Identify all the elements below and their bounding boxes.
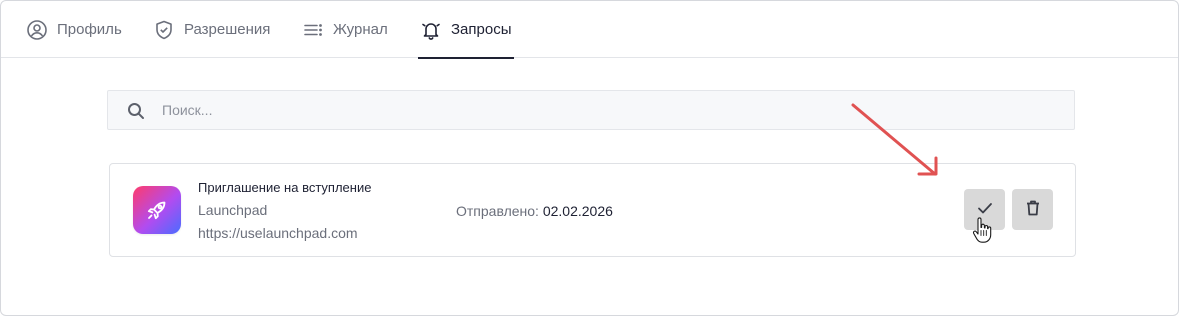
request-title: Приглашение на вступление xyxy=(198,180,372,195)
search-input[interactable] xyxy=(162,91,1062,129)
tab-label: Журнал xyxy=(333,21,388,38)
tab-permissions[interactable]: Разрешения xyxy=(153,1,270,58)
accept-button[interactable] xyxy=(964,189,1005,230)
sent-label: Отправлено: xyxy=(456,203,539,219)
user-circle-icon xyxy=(26,19,48,41)
delete-button[interactable] xyxy=(1012,189,1053,230)
bell-icon xyxy=(420,19,442,41)
sent-info: Отправлено: 02.02.2026 xyxy=(456,203,613,219)
trash-icon xyxy=(1023,198,1043,221)
app-name: Launchpad xyxy=(198,202,268,218)
requests-panel: Профиль Разрешения Журнал Запросы Поиск.… xyxy=(0,0,1179,316)
check-icon xyxy=(975,198,995,221)
tab-profile[interactable]: Профиль xyxy=(26,1,122,58)
list-icon xyxy=(302,19,324,41)
shield-check-icon xyxy=(153,19,175,41)
app-url: https://uselaunchpad.com xyxy=(198,225,358,241)
tab-journal[interactable]: Журнал xyxy=(302,1,388,58)
rocket-icon xyxy=(133,186,181,234)
tab-label: Профиль xyxy=(57,21,122,38)
tab-label: Разрешения xyxy=(184,21,271,38)
tab-label: Запросы xyxy=(451,21,512,38)
request-card: Приглашение на вступление Launchpad http… xyxy=(109,163,1076,257)
sent-date: 02.02.2026 xyxy=(542,203,613,219)
search-icon xyxy=(126,101,146,121)
search-box xyxy=(107,90,1075,130)
tab-bar: Профиль Разрешения Журнал Запросы xyxy=(1,1,1178,59)
tab-requests[interactable]: Запросы xyxy=(418,1,513,59)
